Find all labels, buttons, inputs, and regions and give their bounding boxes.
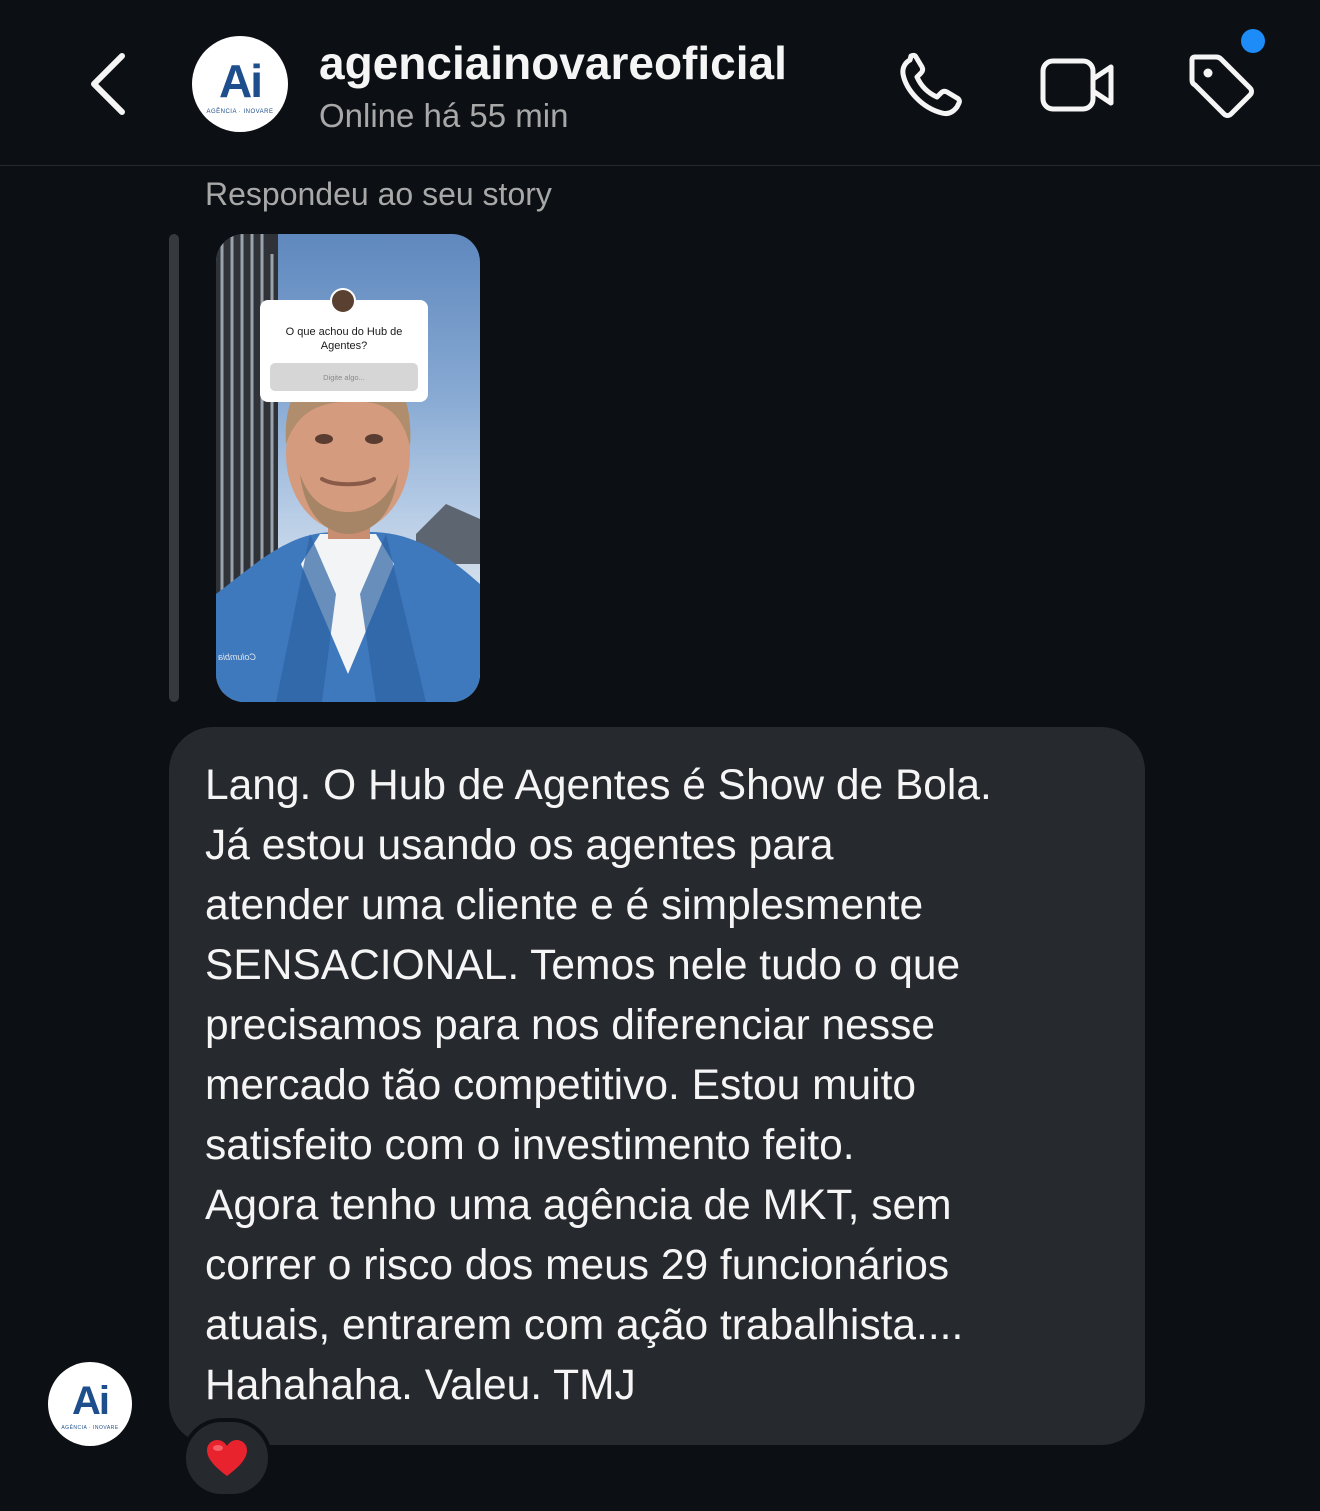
message-line: Lang. O Hub de Agentes é Show de Bola.	[205, 762, 992, 809]
jacket-brand-mark: Columbia	[218, 652, 257, 662]
chevron-left-icon	[91, 53, 125, 115]
heart-icon	[207, 1440, 247, 1476]
message-line: precisamos para nos diferenciar nesse	[205, 1002, 935, 1049]
message-line: atender uma cliente e é simplesmente	[205, 882, 924, 929]
sticker-avatar	[330, 288, 356, 314]
reply-indicator-bar	[169, 234, 179, 702]
message-line: mercado tão competitivo. Estou muito	[205, 1062, 917, 1109]
reaction-badge[interactable]	[182, 1418, 272, 1498]
voice-call-button[interactable]	[896, 50, 970, 120]
sticker-answer-input: Digite algo...	[270, 363, 418, 391]
sender-avatar[interactable]: Ai AGÊNCIA · INOVARE	[48, 1362, 132, 1446]
online-status: Online há 55 min	[319, 97, 569, 134]
message-line: satisfeito com o investimento feito.	[205, 1122, 855, 1169]
back-button[interactable]	[78, 46, 138, 122]
message-text: Lang. O Hub de Agentes é Show de Bola. J…	[205, 756, 1125, 1416]
avatar-monogram: Ai	[72, 1378, 110, 1423]
message-line: atuais, entrarem com ação trabalhista...…	[205, 1302, 964, 1349]
label-tag-button[interactable]	[1184, 50, 1258, 122]
contact-avatar[interactable]: Ai AGÊNCIA · INOVARE	[192, 36, 288, 132]
message-line: SENSACIONAL. Temos nele tudo o que	[205, 942, 961, 989]
contact-username[interactable]: agenciainovareoficial	[319, 36, 787, 90]
avatar-monogram: Ai	[219, 54, 263, 107]
message-line: correr o risco dos meus 29 funcionários	[205, 1242, 950, 1289]
video-camera-icon	[1040, 58, 1114, 112]
message-line: Hahahaha. Valeu. TMJ	[205, 1362, 636, 1409]
message-line: Agora tenho uma agência de MKT, sem	[205, 1182, 952, 1229]
message-line: Já estou usando os agentes para	[205, 822, 834, 869]
story-reply-label: Respondeu ao seu story	[205, 176, 552, 212]
tag-icon	[1189, 54, 1254, 118]
notification-dot	[1241, 29, 1265, 53]
video-call-button[interactable]	[1036, 52, 1116, 118]
phone-icon	[900, 52, 962, 116]
story-thumbnail[interactable]: O que achou do Hub de Agentes? Digite al…	[216, 234, 480, 702]
avatar-subtitle: AGÊNCIA · INOVARE	[61, 1424, 119, 1431]
avatar-subtitle: AGÊNCIA · INOVARE	[206, 108, 274, 115]
chat-header: Ai AGÊNCIA · INOVARE agenciainovareofici…	[0, 0, 1320, 166]
sticker-question: O que achou do Hub de Agentes?	[285, 326, 403, 352]
